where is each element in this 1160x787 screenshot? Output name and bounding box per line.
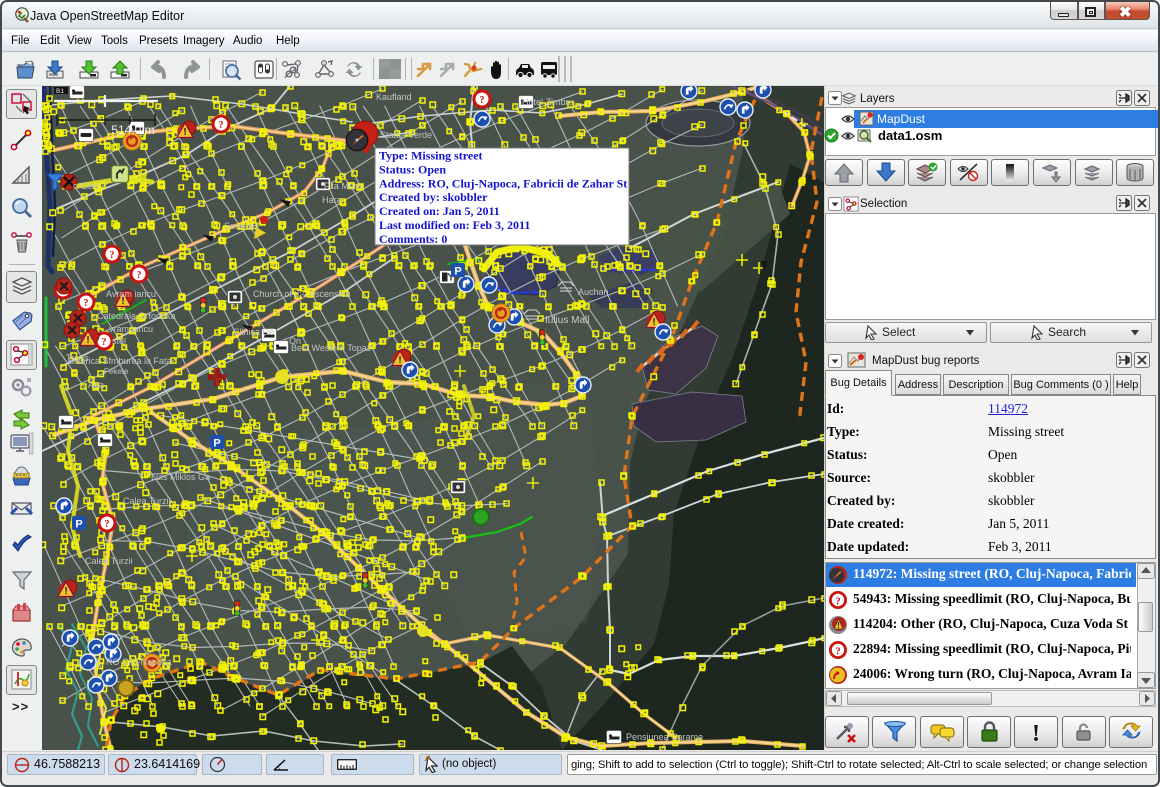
svg-text:Kaufland: Kaufland bbox=[376, 92, 412, 102]
svg-text:o Ciao: o Ciao bbox=[73, 181, 99, 191]
svg-text:!: ! bbox=[183, 127, 186, 138]
svg-text:?: ? bbox=[137, 270, 142, 281]
svg-text:Fekete: Fekete bbox=[104, 367, 129, 376]
svg-text:Catedrala Ortodoxa: Catedrala Ortodoxa bbox=[97, 311, 176, 321]
svg-text:!: ! bbox=[652, 317, 655, 328]
svg-text:Avram iancu: Avram iancu bbox=[106, 289, 156, 299]
svg-text:Hara: Hara bbox=[322, 195, 342, 205]
svg-text:Last modified on: Feb 3, 2011: Last modified on: Feb 3, 2011 bbox=[379, 218, 530, 232]
svg-text:?: ? bbox=[835, 646, 841, 658]
svg-text:Comments: 0: Comments: 0 bbox=[379, 232, 447, 246]
svg-text:!: ! bbox=[64, 586, 67, 597]
svg-text:?: ? bbox=[835, 596, 841, 608]
svg-text:Auchan: Auchan bbox=[578, 287, 609, 297]
svg-text:Created on: Jan 5, 2011: Created on: Jan 5, 2011 bbox=[379, 204, 500, 218]
svg-text:mburea la Fata: mburea la Fata bbox=[111, 356, 172, 366]
svg-text:?: ? bbox=[110, 250, 115, 261]
svg-text:Statua Verde: Statua Verde bbox=[380, 130, 432, 140]
svg-text:?: ? bbox=[84, 298, 89, 309]
svg-text:?: ? bbox=[480, 95, 485, 106]
svg-text:?: ? bbox=[102, 337, 107, 348]
svg-text:l). RO Cluj-Napoca: l). RO Cluj-Napoca bbox=[96, 657, 172, 667]
svg-text:!: ! bbox=[1032, 721, 1040, 746]
svg-text:B1: B1 bbox=[56, 88, 64, 95]
svg-text:Clinica De: Clinica De bbox=[233, 327, 274, 337]
svg-text:Iulius Mall: Iulius Mall bbox=[545, 315, 589, 326]
svg-text:Status: Open: Status: Open bbox=[379, 162, 446, 176]
svg-text:P.ta Mara: P.ta Mara bbox=[324, 181, 362, 191]
svg-text:?: ? bbox=[105, 519, 110, 530]
svg-text:Address: RO, Cluj-Napoca, Fabr: Address: RO, Cluj-Napoca, Fabricii de Za… bbox=[379, 176, 627, 190]
svg-text:Church of the Ascension: Church of the Ascension bbox=[253, 289, 351, 299]
svg-text:Best Western Topaz: Best Western Topaz bbox=[291, 343, 372, 353]
svg-text:Created by: skobbler: Created by: skobbler bbox=[379, 190, 488, 204]
svg-text:P: P bbox=[75, 519, 82, 531]
svg-text:514.0 m: 514.0 m bbox=[111, 123, 154, 137]
svg-text:P: P bbox=[454, 266, 461, 278]
svg-text:vram iancu: vram iancu bbox=[109, 324, 153, 334]
svg-text:Hotel Zimbru: Hotel Zimbru bbox=[522, 97, 574, 107]
svg-text:!: ! bbox=[837, 621, 840, 630]
svg-text:Luis Miklos Ga: Luis Miklos Ga bbox=[151, 472, 210, 482]
svg-text:?: ? bbox=[219, 120, 224, 131]
svg-text:stel: stel bbox=[112, 336, 126, 346]
svg-text:Calea Turzii: Calea Turzii bbox=[85, 556, 133, 566]
svg-text:!: ! bbox=[398, 355, 401, 366]
svg-text:!: ! bbox=[86, 335, 89, 346]
svg-text:Calea Turzii: Calea Turzii bbox=[123, 496, 171, 506]
svg-text:Trans: Trans bbox=[66, 353, 89, 363]
svg-text:Pensiunea Carame: Pensiunea Carame bbox=[626, 732, 703, 742]
svg-text:P: P bbox=[213, 438, 220, 450]
svg-text:Type: Missing street: Type: Missing street bbox=[379, 149, 483, 163]
svg-text:Somesul: Somesul bbox=[224, 221, 259, 231]
svg-text:Apa: Apa bbox=[88, 380, 104, 390]
